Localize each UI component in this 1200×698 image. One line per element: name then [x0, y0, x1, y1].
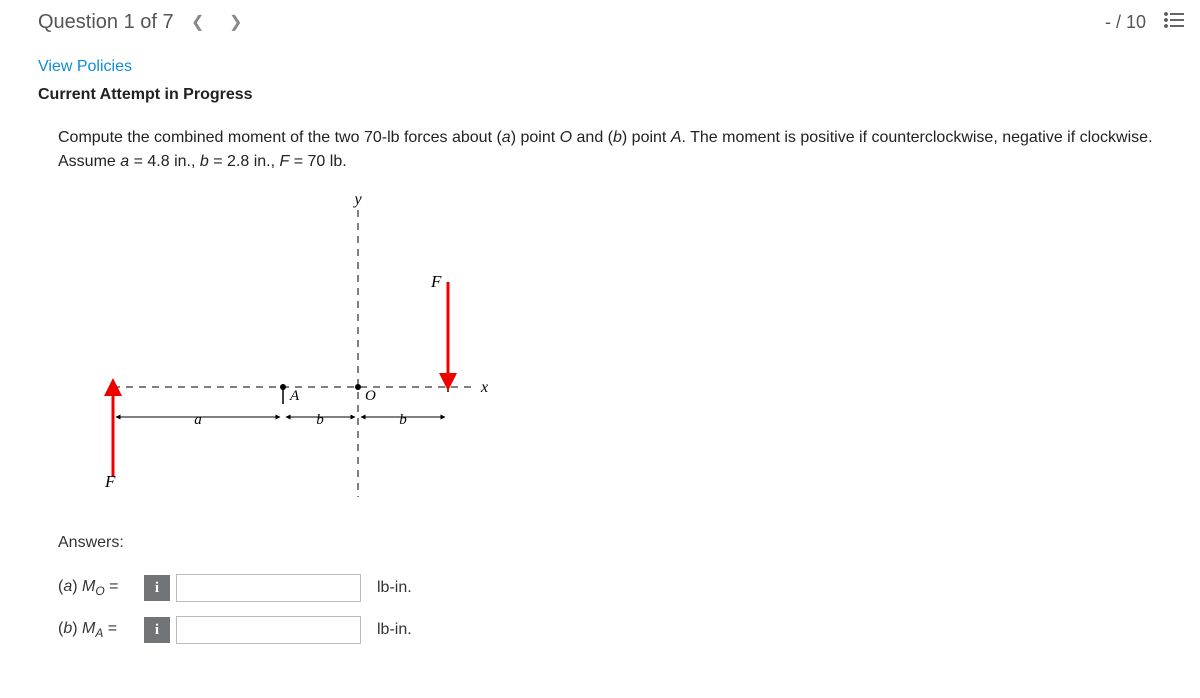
unit-label-a: lb-in.: [377, 579, 412, 597]
unit-label-b: lb-in.: [377, 621, 412, 639]
fig-a-label: a: [194, 412, 202, 428]
info-button-a[interactable]: i: [144, 575, 170, 601]
problem-figure: y x O A a b b F F: [58, 192, 1184, 516]
fig-x-label: x: [480, 379, 488, 396]
next-arrow[interactable]: ❯: [222, 8, 250, 36]
fig-F-right: F: [430, 272, 442, 291]
answers-heading: Answers:: [58, 534, 1184, 552]
attempt-status: Current Attempt in Progress: [38, 86, 1184, 104]
prev-arrow[interactable]: ❮: [184, 8, 212, 36]
answer-row-b: (b) MA = i lb-in.: [58, 616, 1184, 644]
fig-O-label: O: [365, 388, 376, 404]
view-policies-link[interactable]: View Policies: [38, 58, 132, 76]
answer-row-a: (a) MO = i lb-in.: [58, 574, 1184, 602]
fig-A-label: A: [289, 388, 300, 404]
question-list-icon[interactable]: [1164, 11, 1184, 34]
fig-b-label-2: b: [399, 412, 407, 428]
fig-y-label: y: [352, 192, 362, 208]
fig-b-label-1: b: [316, 412, 324, 428]
fig-F-left: F: [104, 472, 116, 491]
info-button-b[interactable]: i: [144, 617, 170, 643]
answer-input-b[interactable]: [176, 616, 361, 644]
score-label: - / 10: [1105, 12, 1146, 33]
question-title: Question 1 of 7: [38, 11, 174, 34]
answer-input-a[interactable]: [176, 574, 361, 602]
problem-statement: Compute the combined moment of the two 7…: [58, 126, 1158, 174]
question-header: Question 1 of 7 ❮ ❯ - / 10: [38, 8, 1184, 36]
